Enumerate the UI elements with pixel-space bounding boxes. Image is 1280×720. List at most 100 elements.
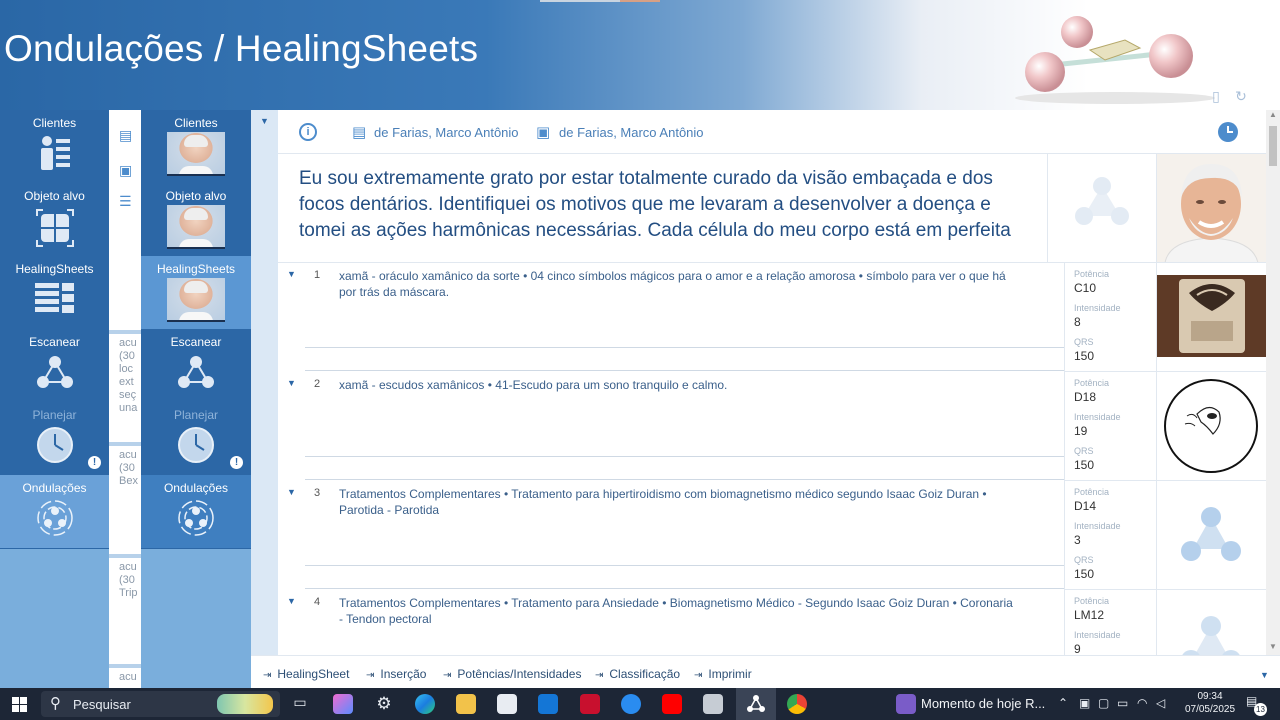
row-image[interactable] — [1157, 481, 1266, 590]
card-line: (30 — [119, 350, 135, 362]
news-widget[interactable]: Momento de hoje R... — [921, 696, 1045, 711]
expand-caret-icon[interactable]: ▼ — [1260, 670, 1269, 680]
qrs-value: 150 — [1074, 349, 1095, 363]
row-text: xamã - oráculo xamânico da sorte • 04 ci… — [339, 269, 1006, 299]
taskbar: ⚲ Pesquisar ▭ ⚙ Momento de hoje R... ⌃ ▣… — [0, 688, 1280, 720]
main-scrollbar[interactable]: ▲ ▼ — [1266, 110, 1280, 655]
nav-item-ondulacoes[interactable]: Ondulações — [141, 475, 251, 548]
task-view-icon[interactable]: ▭ — [290, 694, 310, 714]
history-card[interactable]: ▤ ▣ ☰ — [109, 110, 141, 330]
potencia-label: Potência — [1074, 269, 1110, 279]
nav-item-label: HealingSheets — [15, 262, 94, 276]
quick-assist-icon[interactable] — [621, 694, 641, 714]
imprimir-button[interactable]: ⇥ Imprimir — [694, 667, 752, 681]
monitor-icon[interactable]: ▢ — [1098, 696, 1109, 710]
history-clock-icon[interactable] — [1218, 122, 1238, 142]
row-collapse-icon[interactable]: ▼ — [287, 269, 296, 279]
refresh-icon[interactable]: ↻ — [1233, 88, 1249, 104]
volume-icon[interactable]: ◁ — [1156, 696, 1165, 710]
nav-item-escanear[interactable]: Escanear — [141, 329, 251, 402]
collapse-strip: ▼ — [251, 110, 278, 688]
insercao-button[interactable]: ⇥ Inserção — [366, 667, 426, 681]
nav-item-objeto-alvo[interactable]: Objeto alvo — [0, 183, 109, 256]
affirmation-text[interactable]: Eu sou extremamente grato por estar tota… — [278, 154, 1048, 263]
qrs-value: 150 — [1074, 458, 1095, 472]
file-explorer-icon[interactable] — [456, 694, 476, 714]
nav-item-planejar[interactable]: Planejar ! — [141, 402, 251, 475]
info-icon[interactable]: i — [299, 123, 317, 141]
scroll-up-icon[interactable]: ▲ — [1269, 110, 1277, 119]
affirmation-image-slot[interactable] — [1048, 154, 1157, 263]
history-card[interactable]: acu (30 Bex — [109, 446, 141, 554]
row-collapse-icon[interactable]: ▼ — [287, 596, 296, 606]
printer-icon[interactable] — [703, 694, 723, 714]
healingsheet-button[interactable]: ⇥ HealingSheet — [263, 667, 349, 681]
settings-icon[interactable]: ⚙ — [374, 694, 394, 714]
nav-item-clientes[interactable]: Clientes — [0, 110, 109, 183]
nav-item-label: Clientes — [174, 116, 218, 130]
row-collapse-icon[interactable]: ▼ — [287, 487, 296, 497]
nav-item-label: Clientes — [32, 116, 77, 130]
healingsheets-icon — [34, 283, 74, 313]
header-banner: Ondulações / HealingSheets ▯ ↻ — [0, 0, 1280, 110]
classificacao-button[interactable]: ⇥ Classificação — [595, 667, 680, 681]
scrollbar-thumb[interactable] — [1269, 126, 1277, 166]
history-card[interactable]: acu (30 loc ext seç una — [109, 334, 141, 442]
card-line: una — [119, 402, 138, 414]
history-card[interactable]: acu — [109, 668, 141, 688]
nav-item-healingsheets[interactable]: HealingSheets — [141, 256, 251, 329]
scroll-down-icon[interactable]: ▼ — [1269, 642, 1277, 651]
intensidade-label: Intensidade — [1074, 521, 1121, 531]
youtube-icon[interactable] — [662, 694, 682, 714]
nav-background — [0, 549, 109, 688]
target-name[interactable]: de Farias, Marco Antônio — [559, 125, 704, 140]
nav-item-label: Escanear — [29, 335, 80, 349]
nav-item-healingsheets[interactable]: HealingSheets — [0, 256, 109, 329]
windows-start-icon[interactable] — [12, 697, 27, 712]
nav-item-escanear[interactable]: Escanear — [0, 329, 109, 402]
client-list-icon: ▤ — [352, 124, 367, 141]
healingsheet-row[interactable]: ▼ 1 xamã - oráculo xamânico da sorte • 0… — [278, 263, 1266, 372]
card-line: acu — [119, 449, 137, 461]
wifi-icon[interactable]: ◠ — [1137, 696, 1147, 710]
healingsheets-app-icon[interactable] — [746, 694, 766, 714]
arrow-icon: ⇥ — [366, 670, 375, 681]
intensidade-label: Intensidade — [1074, 630, 1121, 640]
row-image[interactable] — [1157, 263, 1266, 372]
client-name[interactable]: de Farias, Marco Antônio — [374, 125, 519, 140]
mcafee-icon[interactable] — [580, 694, 600, 714]
edge-icon[interactable] — [415, 694, 435, 714]
clock-icon — [36, 427, 73, 463]
potencias-intensidades-button[interactable]: ⇥ Potências/Intensidades — [443, 667, 581, 681]
row-meta: Potência D18 Intensidade 19 QRS 150 — [1064, 372, 1157, 481]
store-icon[interactable] — [497, 694, 517, 714]
nav-item-label: HealingSheets — [156, 262, 236, 276]
search-placeholder: Pesquisar — [73, 697, 131, 712]
healingsheet-row[interactable]: ▼ 3 Tratamentos Complementares • Tratame… — [278, 481, 1266, 590]
battery-icon[interactable]: ▭ — [1117, 696, 1128, 710]
row-image[interactable] — [1157, 372, 1266, 481]
camera-icon[interactable]: ▣ — [1079, 696, 1090, 710]
row-collapse-icon[interactable]: ▼ — [287, 378, 296, 388]
taskbar-search[interactable]: ⚲ Pesquisar — [41, 691, 280, 717]
nav-item-ondulacoes[interactable]: Ondulações — [0, 475, 109, 548]
show-hidden-icons-icon[interactable]: ⌃ — [1058, 696, 1068, 710]
calendar-widget-icon[interactable] — [896, 694, 916, 714]
nav-item-planejar[interactable]: Planejar ! — [0, 402, 109, 475]
chrome-icon[interactable] — [787, 694, 807, 714]
search-highlight-icon — [217, 694, 273, 714]
date-text: 07/05/2025 — [1184, 704, 1236, 715]
client-photo[interactable] — [1157, 154, 1266, 263]
healingsheet-row[interactable]: ▼ 2 xamã - escudos xamânicos • 41-Escudo… — [278, 372, 1266, 481]
layout-toggle-icon[interactable]: ▯ — [1208, 88, 1224, 104]
button-label: Potências/Intensidades — [457, 667, 582, 681]
outlook-icon[interactable] — [538, 694, 558, 714]
nav-item-objeto-alvo[interactable]: Objeto alvo — [141, 183, 251, 256]
nav-item-clientes[interactable]: Clientes — [141, 110, 251, 183]
collapse-caret-icon[interactable]: ▼ — [260, 116, 269, 126]
history-card[interactable]: acu (30 Trip — [109, 558, 141, 664]
row-text: Tratamentos Complementares • Tratamento … — [339, 487, 987, 517]
clock[interactable]: 09:34 07/05/2025 — [1180, 690, 1240, 716]
copilot-icon[interactable] — [333, 694, 353, 714]
potencia-value: D18 — [1074, 390, 1097, 404]
